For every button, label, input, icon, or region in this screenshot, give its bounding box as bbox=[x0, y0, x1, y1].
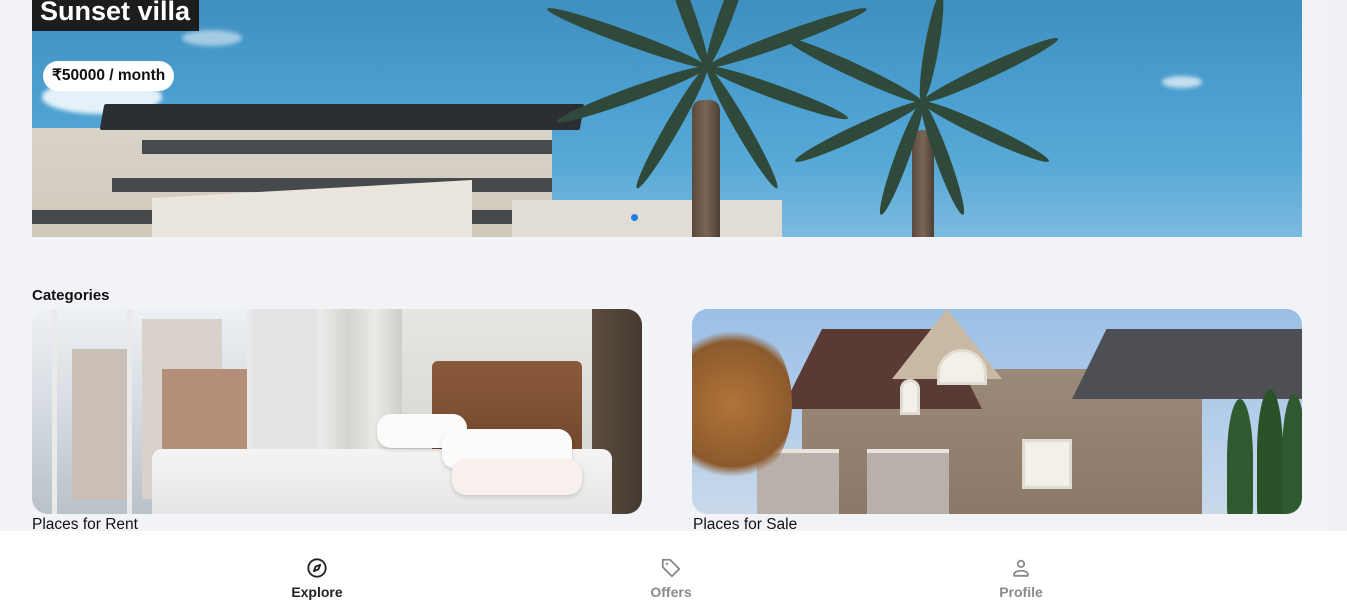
nav-explore[interactable]: Explore bbox=[257, 531, 377, 613]
compass-icon bbox=[306, 557, 328, 579]
palm-frond bbox=[919, 32, 1061, 109]
nav-offers-label: Offers bbox=[650, 584, 692, 600]
hero-title: Sunset villa bbox=[32, 0, 200, 31]
window bbox=[1022, 439, 1072, 489]
hero-price-badge: ₹50000 / month bbox=[43, 61, 175, 91]
building-lower-block bbox=[512, 200, 782, 237]
carousel-dot-active[interactable] bbox=[631, 214, 638, 221]
window-frame bbox=[127, 309, 132, 514]
pillow bbox=[452, 459, 582, 495]
palm-trunk bbox=[692, 100, 720, 237]
category-card-sale[interactable] bbox=[692, 309, 1302, 514]
building-roof bbox=[99, 104, 585, 130]
nav-profile-label: Profile bbox=[999, 584, 1043, 600]
evergreen-tree bbox=[1227, 399, 1253, 514]
cloud bbox=[1162, 76, 1202, 88]
evergreen-tree bbox=[1257, 389, 1283, 514]
page-scrollbar[interactable] bbox=[1330, 0, 1347, 531]
window-frame bbox=[52, 309, 57, 514]
tag-icon bbox=[660, 557, 682, 579]
nav-offers[interactable]: Offers bbox=[611, 531, 731, 613]
city-building bbox=[72, 349, 132, 499]
nav-profile[interactable]: Profile bbox=[961, 531, 1081, 613]
window bbox=[900, 379, 920, 415]
cloud bbox=[182, 30, 242, 46]
hero-slide[interactable] bbox=[32, 0, 1302, 237]
bottom-navigation: Explore Offers Profile bbox=[0, 531, 1347, 613]
person-icon bbox=[1010, 557, 1032, 579]
categories-heading: Categories bbox=[32, 287, 110, 304]
evergreen-tree bbox=[1282, 394, 1302, 514]
building-floor bbox=[142, 140, 552, 154]
nav-explore-label: Explore bbox=[291, 584, 343, 600]
garage-door bbox=[867, 449, 949, 514]
category-card-rent[interactable] bbox=[32, 309, 642, 514]
